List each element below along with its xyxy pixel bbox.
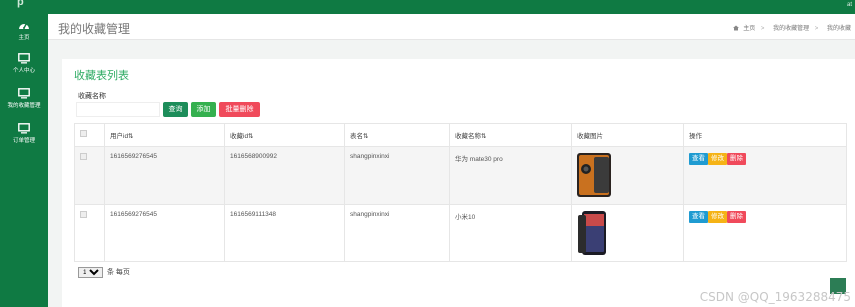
table-header-row: 用户id⇅ 收藏id⇅ 表名⇅ 收藏名称⇅ 收藏图片 操作 <box>74 123 847 147</box>
watermark: CSDN @QQ_1963288475 <box>699 290 851 304</box>
dashboard-icon <box>19 23 29 29</box>
sidebar-item-label: 个人中心 <box>12 68 35 74</box>
favorites-table: 用户id⇅ 收藏id⇅ 表名⇅ 收藏名称⇅ 收藏图片 操作 1616569276… <box>74 123 847 262</box>
cell-fav-name: 华为 mate30 pro <box>449 146 572 205</box>
user-menu[interactable]: at <box>847 2 852 8</box>
cell-fav-id: 1616568900992 <box>224 146 345 205</box>
column-header: 操作 <box>683 123 847 147</box>
favorites-card: 收藏表列表 收藏名称 查询 添加 批量删除 用户id⇅ 收藏id⇅ 表名⇅ 收藏… <box>62 59 855 307</box>
select-all-checkbox[interactable] <box>80 130 87 137</box>
sidebar-item-favorites[interactable]: 我的收藏管理 <box>0 88 48 118</box>
edit-button[interactable]: 修改 <box>708 153 727 165</box>
breadcrumb-separator: > <box>814 26 819 32</box>
sidebar-item-orders[interactable]: 订单管理 <box>0 123 48 153</box>
batch-delete-button[interactable]: 批量删除 <box>219 102 260 117</box>
page-size-label: 条 每页 <box>106 269 130 276</box>
sidebar-item-personal-center[interactable]: 个人中心 <box>0 53 48 83</box>
search-label: 收藏名称 <box>78 93 106 100</box>
breadcrumb-current: 我的收藏 <box>826 26 851 32</box>
product-image <box>578 211 606 255</box>
column-header: 收藏图片 <box>571 123 684 147</box>
column-header[interactable]: 收藏名称⇅ <box>449 123 572 147</box>
delete-button[interactable]: 删除 <box>727 211 746 223</box>
column-header[interactable]: 表名⇅ <box>344 123 450 147</box>
cell-fav-id: 1616569111348 <box>224 204 345 262</box>
monitor-icon <box>18 88 30 99</box>
cell-user-id: 1616569276545 <box>104 204 225 262</box>
cell-table-name: shangpinxinxi <box>344 146 450 205</box>
edit-button[interactable]: 修改 <box>708 211 727 223</box>
view-button[interactable]: 查看 <box>689 211 708 223</box>
page-header: 我的收藏管理 主页 > 我的收藏管理 > 我的收藏 <box>48 14 855 40</box>
table-row: 1616569276545 1616569111348 shangpinxinx… <box>74 204 847 262</box>
home-icon <box>732 25 739 31</box>
monitor-icon <box>18 123 30 134</box>
row-checkbox[interactable] <box>80 153 87 160</box>
main-area: 我的收藏管理 主页 > 我的收藏管理 > 我的收藏 收藏表列表 收藏名称 查询 … <box>48 14 855 307</box>
page-size-select[interactable]: 10 <box>78 267 103 278</box>
breadcrumb-home[interactable]: 主页 <box>743 26 755 32</box>
sidebar-item-label: 主页 <box>18 35 30 41</box>
sidebar-item-label: 订单管理 <box>12 138 35 144</box>
delete-button[interactable]: 删除 <box>727 153 746 165</box>
breadcrumb: 主页 > 我的收藏管理 > 我的收藏 <box>732 23 851 32</box>
app-logo: p <box>17 0 24 8</box>
sidebar-item-home[interactable]: 主页 <box>0 20 48 50</box>
column-header[interactable]: 用户id⇅ <box>104 123 225 147</box>
sidebar: 主页 个人中心 我的收藏管理 订单管理 <box>0 14 48 307</box>
card-title: 收藏表列表 <box>74 70 129 82</box>
query-button[interactable]: 查询 <box>163 102 188 117</box>
add-button[interactable]: 添加 <box>191 102 216 117</box>
cell-user-id: 1616569276545 <box>104 146 225 205</box>
search-input[interactable] <box>76 102 160 117</box>
breadcrumb-separator: > <box>760 26 765 32</box>
sidebar-item-label: 我的收藏管理 <box>7 103 41 109</box>
cell-table-name: shangpinxinxi <box>344 204 450 262</box>
pagination: 10 条 每页 <box>78 267 130 278</box>
column-header[interactable]: 收藏id⇅ <box>224 123 345 147</box>
breadcrumb-favorites[interactable]: 我的收藏管理 <box>773 26 809 32</box>
monitor-icon <box>18 53 30 64</box>
top-bar: p at <box>0 0 855 14</box>
row-checkbox[interactable] <box>80 211 87 218</box>
product-image <box>577 153 611 197</box>
cell-fav-name: 小米10 <box>449 204 572 262</box>
view-button[interactable]: 查看 <box>689 153 708 165</box>
table-row: 1616569276545 1616568900992 shangpinxinx… <box>74 146 847 205</box>
page-title: 我的收藏管理 <box>58 22 131 36</box>
